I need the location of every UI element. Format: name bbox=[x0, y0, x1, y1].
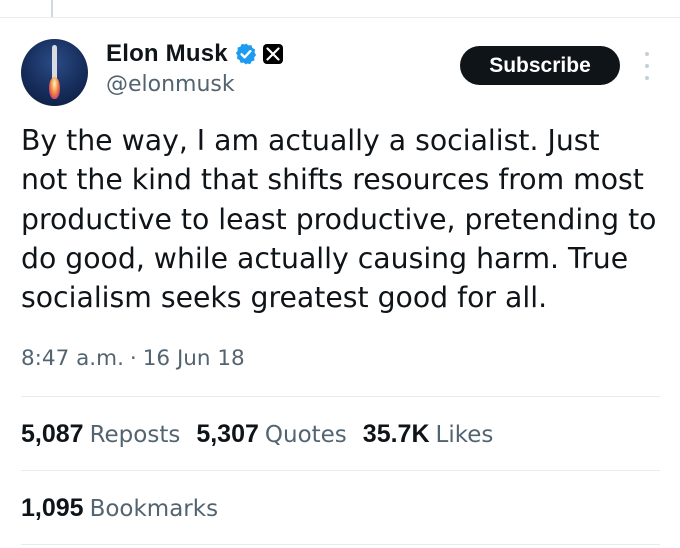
bookmarks-stat[interactable]: 1,095 Bookmarks bbox=[21, 494, 218, 523]
verified-badge-icon[interactable] bbox=[234, 42, 258, 66]
top-divider bbox=[0, 17, 680, 18]
likes-stat[interactable]: 35.7K Likes bbox=[363, 420, 494, 449]
bookmarks-label: Bookmarks bbox=[89, 496, 219, 522]
author-handle[interactable]: @elonmusk bbox=[106, 72, 235, 97]
author-name-row: Elon Musk bbox=[106, 39, 283, 69]
avatar[interactable] bbox=[21, 39, 88, 106]
x-logo-icon[interactable] bbox=[262, 44, 283, 64]
subscribe-button[interactable]: Subscribe bbox=[460, 46, 620, 85]
engagement-stats: 5,087 Reposts 5,307 Quotes 35.7K Likes bbox=[21, 420, 509, 449]
more-options-dot bbox=[645, 64, 649, 68]
bookmark-stats: 1,095 Bookmarks bbox=[21, 494, 234, 523]
author-name[interactable]: Elon Musk bbox=[106, 40, 228, 68]
divider bbox=[21, 544, 660, 545]
more-options-dot bbox=[645, 52, 649, 56]
reposts-label: Reposts bbox=[89, 422, 181, 448]
reposts-count: 5,087 bbox=[21, 420, 84, 448]
avatar-flame-image bbox=[49, 77, 60, 99]
tweet-date[interactable]: 16 Jun 18 bbox=[143, 346, 245, 371]
reposts-stat[interactable]: 5,087 Reposts bbox=[21, 420, 180, 449]
tweet-time[interactable]: 8:47 a.m. bbox=[21, 346, 124, 371]
quotes-count: 5,307 bbox=[196, 420, 259, 448]
more-options-dot bbox=[645, 76, 649, 80]
likes-count: 35.7K bbox=[362, 420, 430, 448]
meta-separator: · bbox=[129, 346, 137, 371]
tweet-text: By the way, I am actually a socialist. J… bbox=[21, 124, 657, 315]
divider bbox=[21, 470, 660, 471]
quotes-label: Quotes bbox=[264, 422, 347, 448]
bookmarks-count: 1,095 bbox=[21, 494, 84, 522]
divider bbox=[21, 396, 660, 397]
likes-label: Likes bbox=[435, 422, 494, 448]
thread-connector-line bbox=[51, 0, 53, 18]
quotes-stat[interactable]: 5,307 Quotes bbox=[196, 420, 346, 449]
more-options-icon[interactable] bbox=[641, 52, 653, 80]
tweet-timestamp[interactable]: 8:47 a.m. · 16 Jun 18 bbox=[21, 346, 245, 371]
avatar-rocket-image bbox=[52, 45, 57, 79]
